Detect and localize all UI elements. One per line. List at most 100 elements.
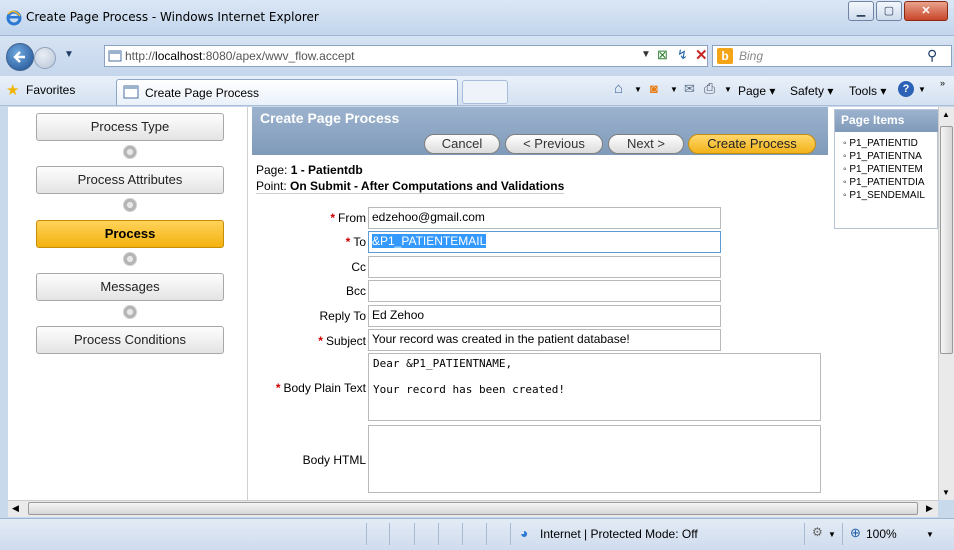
page-item[interactable]: ◦ P1_PATIENTID (843, 138, 918, 149)
body-html-label: Body HTML (302, 453, 366, 467)
body-plain-label-text: Body Plain Text (283, 381, 367, 395)
page-value: 1 - Patientdb (290, 163, 363, 177)
browser-tab[interactable]: Create Page Process (116, 79, 458, 105)
zoom-level[interactable]: 100% (866, 527, 897, 541)
subject-label: * Subject (318, 334, 366, 348)
help-dropdown-icon[interactable]: ▼ (918, 85, 926, 94)
body-plain-line-1: Dear &P1_PATIENTNAME, (373, 357, 513, 370)
status-divider (438, 523, 439, 545)
compatibility-view-icon[interactable]: ⊠ (657, 47, 668, 63)
page-menu[interactable]: Page ▾ (738, 84, 775, 98)
back-button[interactable] (6, 43, 34, 71)
mail-icon[interactable]: ✉ (684, 81, 695, 97)
protected-mode-icon[interactable]: ⚙ (812, 525, 823, 539)
step-process-attributes[interactable]: Process Attributes (36, 166, 224, 194)
step-process-conditions[interactable]: Process Conditions (36, 326, 224, 354)
point-info: Point: On Submit - After Computations an… (256, 179, 565, 194)
new-tab-button[interactable] (462, 80, 508, 104)
search-box[interactable]: b Bing ⚲ (712, 45, 952, 67)
page-content: Process Type Process Attributes Process … (8, 107, 938, 500)
page-item[interactable]: ◦ P1_PATIENTDIA (843, 177, 925, 188)
to-label: * To (345, 235, 366, 249)
print-icon[interactable]: ⎙ (704, 80, 715, 97)
print-dropdown-icon[interactable]: ▼ (724, 85, 732, 94)
step-process-type[interactable]: Process Type (36, 113, 224, 141)
region-title: Create Page Process (260, 110, 400, 126)
page-item-label: P1_PATIENTID (849, 138, 918, 149)
cancel-button[interactable]: Cancel (424, 134, 500, 154)
point-label: Point: (256, 179, 287, 193)
to-label-text: To (353, 235, 366, 249)
favorites-button[interactable]: Favorites (26, 83, 75, 97)
page-items-panel: Page Items ◦ P1_PATIENTID ◦ P1_PATIENTNA… (834, 109, 938, 229)
window-title-bar: Create Page Process - Windows Internet E… (0, 0, 954, 36)
feeds-icon[interactable]: ◙ (650, 81, 658, 96)
bing-logo-icon: b (717, 48, 733, 64)
step-messages[interactable]: Messages (36, 273, 224, 301)
scroll-left-arrow-icon[interactable]: ◀ (12, 503, 19, 514)
favorites-star-icon: ★ (6, 82, 20, 99)
globe-icon: ◕ (520, 525, 529, 541)
from-field[interactable]: edzehoo@gmail.com (368, 207, 721, 229)
status-divider (510, 523, 511, 545)
reply-to-field[interactable]: Ed Zehoo (368, 305, 721, 327)
url-host: localhost (155, 49, 203, 63)
maximize-button[interactable]: ▢ (876, 1, 902, 21)
horizontal-scroll-thumb[interactable] (28, 502, 918, 515)
overflow-chevron-icon[interactable]: » (940, 78, 945, 88)
step-process[interactable]: Process (36, 220, 224, 248)
address-url: http://localhost:8080/apex/wwv_flow.acce… (125, 49, 355, 63)
stop-icon[interactable]: ✕ (695, 46, 708, 64)
scroll-right-arrow-icon[interactable]: ▶ (926, 503, 933, 514)
cc-label: Cc (351, 260, 366, 274)
feeds-dropdown-icon[interactable]: ▼ (670, 85, 678, 94)
status-divider (462, 523, 463, 545)
page-item[interactable]: ◦ P1_SENDEMAIL (843, 190, 925, 201)
subject-field[interactable]: Your record was created in the patient d… (368, 329, 721, 351)
bcc-field[interactable] (368, 280, 721, 302)
zoom-dropdown-icon[interactable]: ▼ (926, 530, 934, 539)
refresh-icon[interactable]: ↯ (677, 47, 688, 63)
status-divider (486, 523, 487, 545)
page-item[interactable]: ◦ P1_PATIENTNA (843, 151, 922, 162)
cc-field[interactable] (368, 256, 721, 278)
home-dropdown-icon[interactable]: ▼ (634, 85, 642, 94)
recent-pages-dropdown-icon[interactable]: ▼ (64, 49, 74, 60)
status-bar (0, 518, 954, 550)
url-rest: :8080/apex/wwv_flow.accept (202, 49, 355, 63)
address-toolbar: ▼ http://localhost:8080/apex/wwv_flow.ac… (0, 36, 954, 76)
home-icon[interactable]: ⌂ (614, 80, 623, 97)
scroll-down-arrow-icon[interactable]: ▼ (942, 488, 950, 497)
body-html-textarea[interactable] (368, 425, 821, 493)
close-button[interactable]: ✕ (904, 1, 948, 21)
next-button[interactable]: Next > (608, 134, 684, 154)
minimize-button[interactable]: ▁ (848, 1, 874, 21)
search-icon[interactable]: ⚲ (927, 47, 937, 64)
safety-menu[interactable]: Safety ▾ (790, 84, 833, 98)
security-zone[interactable]: Internet | Protected Mode: Off (540, 527, 698, 541)
address-dropdown-icon[interactable]: ▼ (641, 49, 651, 60)
ie-logo-icon (6, 10, 22, 26)
scroll-up-arrow-icon[interactable]: ▲ (942, 110, 950, 119)
body-plain-label: * Body Plain Text (275, 381, 367, 395)
from-label-text: From (338, 211, 366, 225)
forward-button[interactable] (34, 47, 56, 69)
to-field[interactable]: &P1_PATIENTEMAIL (368, 231, 721, 253)
point-value: On Submit - After Computations and Valid… (290, 179, 565, 193)
page-item[interactable]: ◦ P1_PATIENTEM (843, 164, 923, 175)
tab-page-icon (123, 85, 139, 99)
page-items-title: Page Items (835, 110, 938, 132)
body-plain-textarea[interactable]: Dear &P1_PATIENTNAME, Your record has be… (368, 353, 821, 421)
tab-title: Create Page Process (145, 86, 260, 100)
create-process-button[interactable]: Create Process (688, 134, 816, 154)
vertical-scroll-thumb[interactable] (940, 126, 953, 354)
previous-button[interactable]: < Previous (505, 134, 603, 154)
page-label: Page: (256, 163, 288, 177)
tools-menu[interactable]: Tools ▾ (849, 84, 886, 98)
address-field[interactable]: http://localhost:8080/apex/wwv_flow.acce… (104, 45, 708, 67)
zoom-icon[interactable]: ⊕ (850, 525, 861, 541)
protected-mode-dropdown-icon[interactable]: ▼ (828, 530, 836, 539)
to-value-selected: &P1_PATIENTEMAIL (372, 234, 487, 248)
help-icon[interactable]: ? (898, 81, 914, 97)
page-info: Page: 1 - Patientdb (256, 163, 363, 177)
